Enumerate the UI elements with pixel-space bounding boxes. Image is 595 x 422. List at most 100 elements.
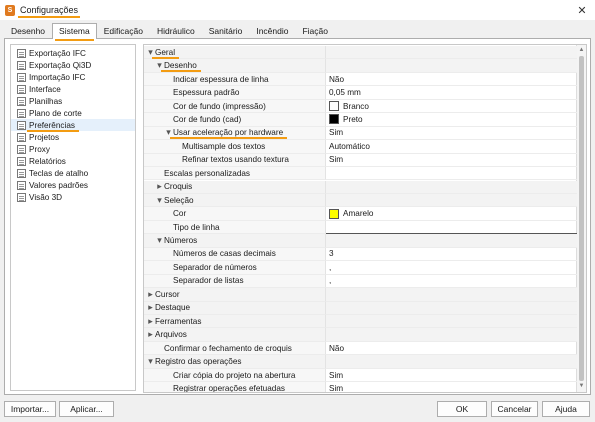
sidebar-item[interactable]: Teclas de atalho xyxy=(11,167,135,179)
property-name-cell: ▾ Desenho xyxy=(144,59,326,73)
property-value-cell[interactable] xyxy=(326,221,577,235)
property-value-cell[interactable]: Amarelo xyxy=(326,207,577,221)
property-name: Desenho xyxy=(161,61,201,73)
property-row[interactable]: Separador de listas, xyxy=(144,274,577,289)
cancel-button[interactable]: Cancelar xyxy=(491,401,538,417)
tab-edificacao[interactable]: Edificação xyxy=(97,23,150,38)
expand-arrow-icon[interactable]: ▸ xyxy=(146,302,155,313)
tab-label: Incêndio xyxy=(256,26,289,36)
help-button[interactable]: Ajuda xyxy=(542,401,590,417)
property-row[interactable]: Tipo de linha xyxy=(144,220,577,235)
tab-fiacao[interactable]: Fiação xyxy=(295,23,335,38)
property-value-cell[interactable]: Não xyxy=(326,73,577,87)
expand-arrow-icon[interactable]: ▸ xyxy=(146,316,155,327)
scroll-up-icon[interactable]: ▲ xyxy=(577,46,586,55)
sidebar-item-label: Relatórios xyxy=(29,156,66,166)
sidebar-item[interactable]: Exportação IFC xyxy=(11,47,135,59)
scroll-down-icon[interactable]: ▼ xyxy=(577,382,586,391)
sidebar-item-label: Planilhas xyxy=(29,96,63,106)
property-row[interactable]: Números de casas decimais 3 xyxy=(144,247,577,262)
ok-button[interactable]: OK xyxy=(437,401,487,417)
property-row[interactable]: Espessura padrão 0,05 mm xyxy=(144,86,577,100)
vertical-scrollbar[interactable]: ▲ ▼ xyxy=(576,45,586,392)
sidebar-item[interactable]: Relatórios xyxy=(11,155,135,167)
collapse-arrow-icon[interactable]: ▾ xyxy=(155,195,164,206)
property-row[interactable]: Cor de fundo (impressão) Branco xyxy=(144,99,577,114)
property-category-row[interactable]: ▾ Desenho xyxy=(144,59,577,73)
property-value-cell[interactable]: Sim xyxy=(326,127,577,141)
scrollbar-thumb[interactable] xyxy=(579,56,584,381)
property-value-cell[interactable]: Sim xyxy=(326,382,577,393)
property-value-cell xyxy=(326,288,577,302)
tab-label: Desenho xyxy=(11,26,46,36)
collapse-arrow-icon[interactable]: ▾ xyxy=(155,235,164,246)
property-value-cell[interactable]: , xyxy=(326,275,577,289)
property-row[interactable]: Separador de números, xyxy=(144,261,577,275)
property-value-cell[interactable]: 0,05 mm xyxy=(326,86,577,100)
property-name-cell: ▾ Registro das operações xyxy=(144,355,326,369)
property-value-cell[interactable]: 3 xyxy=(326,248,577,262)
property-name: Registro das operações xyxy=(155,357,242,367)
tab-sanitario[interactable]: Sanitário xyxy=(202,23,250,38)
expand-arrow-icon[interactable]: ▸ xyxy=(155,181,164,192)
property-row[interactable]: Indicar espessura de linha Não xyxy=(144,72,577,87)
property-name-cell: Separador de números xyxy=(144,261,326,275)
sidebar-item-label: Proxy xyxy=(29,144,50,154)
property-value-cell[interactable] xyxy=(326,167,577,181)
sidebar-item[interactable]: Projetos xyxy=(11,131,135,143)
sidebar-item[interactable]: Planilhas xyxy=(11,95,135,107)
collapse-arrow-icon[interactable]: ▾ xyxy=(146,356,155,367)
property-name: Croquis xyxy=(164,182,193,192)
property-category-row[interactable]: ▸ Ferramentas xyxy=(144,315,577,329)
property-category-row[interactable]: ▸ Destaque xyxy=(144,301,577,315)
property-row[interactable]: Confirmar o fechamento de croquis Não xyxy=(144,341,577,356)
tab-sistema[interactable]: Sistema xyxy=(52,23,97,41)
property-category-row[interactable]: ▾ Números xyxy=(144,234,577,248)
sidebar-item[interactable]: Importação IFC xyxy=(11,71,135,83)
property-value: Sim xyxy=(329,383,344,393)
tab-desenho[interactable]: Desenho xyxy=(4,23,52,38)
tab-incendio[interactable]: Incêndio xyxy=(249,23,295,38)
property-value-cell[interactable]: Sim xyxy=(326,369,577,383)
property-row[interactable]: ▾ Usar aceleração por hardware Sim xyxy=(144,126,577,141)
apply-button[interactable]: Aplicar... xyxy=(59,401,114,417)
sidebar-item[interactable]: Proxy xyxy=(11,143,135,155)
property-value: , xyxy=(329,262,332,272)
sidebar-item[interactable]: Valores padrões xyxy=(11,179,135,191)
property-name-cell: Cor xyxy=(144,207,326,221)
property-name: Usar aceleração por hardware xyxy=(169,128,288,140)
property-value-cell[interactable]: Branco xyxy=(326,100,577,114)
sidebar-item-label: Interface xyxy=(29,84,61,94)
property-row[interactable]: Multisample dos textos Automático xyxy=(144,140,577,154)
property-row[interactable]: Escalas personalizadas xyxy=(144,167,577,181)
property-category-row[interactable]: ▾ Seleção xyxy=(144,193,577,208)
close-icon[interactable]: ✕ xyxy=(575,3,589,17)
property-value-cell[interactable]: Preto xyxy=(326,113,577,127)
expand-arrow-icon[interactable]: ▸ xyxy=(146,289,155,300)
property-name: Destaque xyxy=(155,303,191,313)
property-value-cell[interactable]: , xyxy=(326,261,577,275)
property-category-row[interactable]: ▸ Arquivos xyxy=(144,328,577,342)
property-row[interactable]: Cor Amarelo xyxy=(144,207,577,221)
sidebar-item[interactable]: Preferências xyxy=(11,119,135,132)
sidebar-item[interactable]: Exportação Qi3D xyxy=(11,59,135,71)
property-row[interactable]: Cor de fundo (cad) Preto xyxy=(144,113,577,127)
sidebar-item[interactable]: Visão 3D xyxy=(11,191,135,203)
property-row[interactable]: Refinar textos usando textura Sim xyxy=(144,153,577,168)
property-value: Sim xyxy=(329,370,344,380)
property-category-row[interactable]: ▾ Geral xyxy=(144,46,577,60)
property-category-row[interactable]: ▾ Registro das operações xyxy=(144,355,577,369)
property-value-cell[interactable]: Sim xyxy=(326,154,577,168)
property-row[interactable]: Criar cópia do projeto na abertura Sim xyxy=(144,368,577,383)
property-value-cell[interactable]: Automático xyxy=(326,140,577,154)
tab-hidraulico[interactable]: Hidráulico xyxy=(150,23,202,38)
property-value-cell[interactable]: Não xyxy=(326,342,577,356)
expand-arrow-icon[interactable]: ▸ xyxy=(146,329,155,340)
import-button[interactable]: Importar... xyxy=(4,401,56,417)
sidebar-item[interactable]: Interface xyxy=(11,83,135,95)
sidebar-item[interactable]: Plano de corte xyxy=(11,107,135,119)
property-category-row[interactable]: ▸ Croquis xyxy=(144,180,577,194)
property-category-row[interactable]: ▸ Cursor xyxy=(144,288,577,302)
property-row[interactable]: Registrar operações efetuadas Sim xyxy=(144,382,577,393)
settings-page-icon xyxy=(17,156,26,166)
